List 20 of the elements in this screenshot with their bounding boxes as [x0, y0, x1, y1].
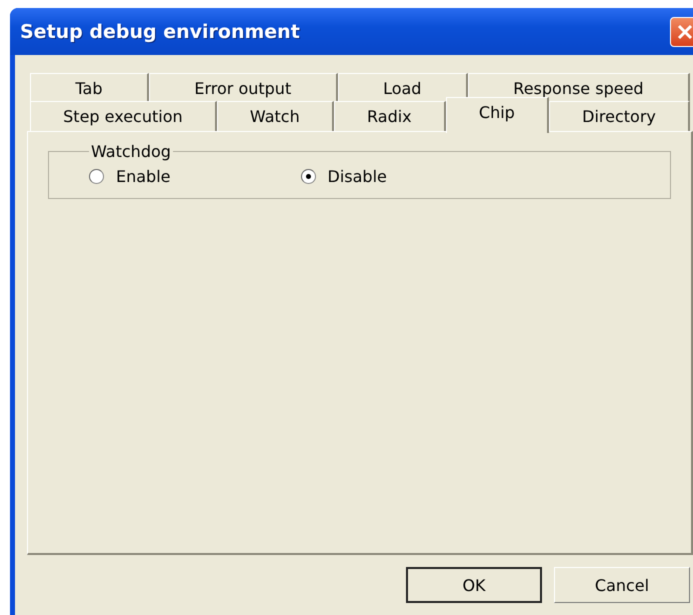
radio-button[interactable] — [300, 169, 316, 184]
close-button[interactable] — [670, 16, 693, 46]
tab[interactable]: Tab — [30, 73, 149, 103]
window-title: Setup debug environment — [20, 20, 300, 42]
tab[interactable]: Load — [338, 73, 468, 103]
tab[interactable]: Chip — [446, 97, 549, 133]
tab[interactable]: Radix — [334, 101, 446, 131]
tab[interactable]: Directory — [548, 101, 690, 131]
radio-option[interactable]: Disable — [300, 167, 387, 186]
close-icon — [677, 24, 693, 40]
dialog-button[interactable]: OK — [406, 567, 542, 603]
radio-button[interactable] — [89, 169, 104, 184]
tab[interactable]: Error output — [148, 73, 338, 103]
option-label: Disable — [328, 167, 387, 186]
dialog-button[interactable]: Cancel — [554, 567, 690, 603]
option-label: Enable — [116, 167, 170, 186]
group-title: Watchdog — [90, 142, 172, 161]
tab[interactable]: Watch — [216, 101, 334, 131]
tab[interactable]: Step execution — [30, 101, 217, 131]
radio-option[interactable]: Enable — [89, 167, 170, 186]
